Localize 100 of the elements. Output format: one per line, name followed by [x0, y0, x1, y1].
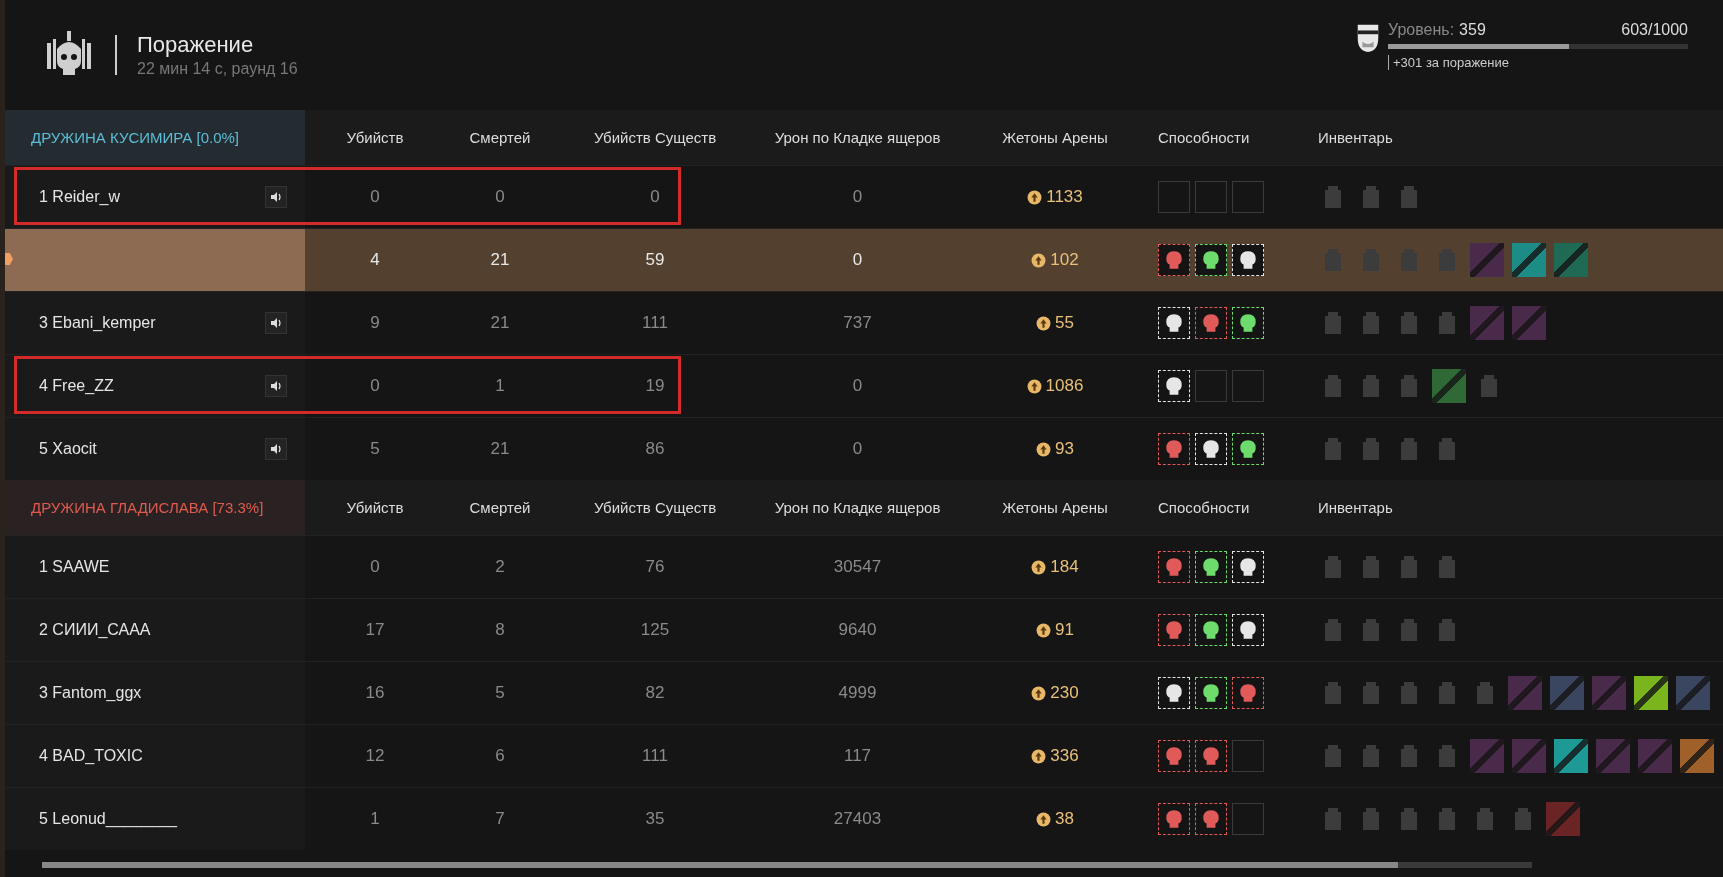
stat-value: 117: [842, 745, 873, 767]
mute-voice-button[interactable]: [265, 312, 287, 334]
speaker-icon: [270, 380, 282, 392]
token-count: 230: [1050, 683, 1079, 703]
token-count: 336: [1050, 746, 1079, 766]
experience-reward: +301 за поражение: [1388, 54, 1688, 70]
player-name: 1 Reider_w: [39, 188, 120, 206]
column-header: Убийств: [345, 498, 405, 518]
column-header: Убийств: [345, 128, 405, 148]
empty-ability-slot: [1232, 181, 1264, 213]
column-header: Способности: [1157, 498, 1251, 518]
stat-value: 737: [842, 312, 873, 334]
mute-voice-button[interactable]: [265, 186, 287, 208]
token-coin-icon: [1031, 748, 1047, 764]
stat-value: 0: [649, 186, 661, 208]
player-name: 2 СИИИ_САAA: [39, 621, 151, 639]
stat-value: 76: [644, 556, 666, 578]
level-label: Уровень:: [1388, 20, 1455, 39]
column-header: Смертей: [468, 498, 532, 518]
speaker-icon: [270, 443, 282, 455]
token-coin-icon: [1036, 622, 1052, 638]
token-coin-icon: [1031, 559, 1047, 575]
match-duration: 22 мин 14 с, раунд 16: [137, 60, 298, 78]
stat-value: 0: [851, 375, 864, 397]
stat-value: 2: [494, 556, 506, 578]
stat-value: 0: [851, 186, 864, 208]
token-coin-icon: [1031, 685, 1047, 701]
stat-value: 35: [644, 808, 666, 830]
stat-value: 4: [369, 249, 381, 271]
stat-value: 1: [494, 375, 506, 397]
stat-value: 6: [494, 745, 506, 767]
speaker-icon: [270, 317, 282, 329]
token-coin-icon: [1031, 252, 1047, 268]
token-count: 1086: [1045, 376, 1084, 396]
token-count: 102: [1050, 250, 1079, 270]
token-coin-icon: [1026, 378, 1042, 394]
stat-value: 21: [489, 438, 511, 460]
stat-value: 0: [369, 375, 381, 397]
stat-value: 111: [641, 745, 669, 767]
result-title: Поражение: [137, 32, 255, 58]
column-header: Инвентарь: [1317, 498, 1394, 518]
player-marker: [5, 253, 13, 265]
column-header: Урон по Кладке ящеров: [773, 128, 942, 148]
stat-value: 7: [494, 808, 506, 830]
stat-value: 27403: [832, 808, 883, 830]
token-count: 38: [1055, 809, 1074, 829]
empty-ability-slot: [1232, 740, 1264, 772]
speaker-icon: [270, 191, 282, 203]
stat-value: 17: [364, 619, 386, 641]
column-header: Смертей: [468, 128, 532, 148]
stat-value: 0: [851, 249, 864, 271]
stat-value: 16: [364, 682, 386, 704]
token-count: 184: [1050, 557, 1079, 577]
column-header: Жетоны Арены: [1001, 128, 1109, 148]
stat-value: 19: [644, 375, 666, 397]
stat-value: 1: [369, 808, 381, 830]
mute-voice-button[interactable]: [265, 438, 287, 460]
player-name: 4 Free_ZZ: [39, 377, 114, 395]
team-name: ДРУЖИНА КУСИМИРА [0.0%]: [5, 110, 305, 165]
stat-value: 8: [494, 619, 506, 641]
stat-value: 82: [644, 682, 666, 704]
column-header: Жетоны Арены: [1001, 498, 1109, 518]
token-coin-icon: [1036, 441, 1052, 457]
column-header: Способности: [1157, 128, 1251, 148]
stat-value: 9: [369, 312, 381, 334]
player-name: 3 Fantom_ggx: [39, 684, 142, 702]
stat-value: 9640: [837, 619, 878, 641]
player-name: 5 Leonud________: [39, 810, 177, 828]
stat-value: 111: [641, 312, 669, 334]
stat-value: 0: [369, 556, 381, 578]
empty-ability-slot: [1232, 370, 1264, 402]
level-value: 359: [1459, 20, 1486, 39]
column-header: Урон по Кладке ящеров: [773, 498, 942, 518]
stat-value: 86: [644, 438, 666, 460]
empty-ability-slot: [1158, 181, 1190, 213]
stat-value: 4999: [837, 682, 878, 704]
stat-value: 5: [494, 682, 506, 704]
stat-value: 12: [364, 745, 386, 767]
stat-value: 59: [644, 249, 666, 271]
empty-ability-slot: [1232, 803, 1264, 835]
stat-value: 21: [489, 312, 511, 334]
player-name: 4 BAD_TOXIC: [39, 747, 143, 765]
token-count: 55: [1055, 313, 1074, 333]
column-header: Убийств Существ: [592, 128, 718, 148]
token-coin-icon: [1027, 189, 1043, 205]
player-name: 3 Ebani_kemper: [39, 314, 156, 332]
stat-value: 5: [369, 438, 381, 460]
token-coin-icon: [1036, 315, 1052, 331]
column-header: Убийств Существ: [592, 498, 718, 518]
empty-ability-slot: [1195, 370, 1227, 402]
team-name: ДРУЖИНА ГЛАДИСЛАВА [73.3%]: [5, 480, 305, 535]
token-count: 93: [1055, 439, 1074, 459]
player-name: 1 SAAWE: [39, 558, 110, 576]
stat-value: 125: [639, 619, 671, 641]
token-coin-icon: [1036, 811, 1052, 827]
token-count: 91: [1055, 620, 1074, 640]
stat-value: 0: [369, 186, 381, 208]
mute-voice-button[interactable]: [265, 375, 287, 397]
empty-ability-slot: [1195, 181, 1227, 213]
stat-value: 21: [489, 249, 511, 271]
